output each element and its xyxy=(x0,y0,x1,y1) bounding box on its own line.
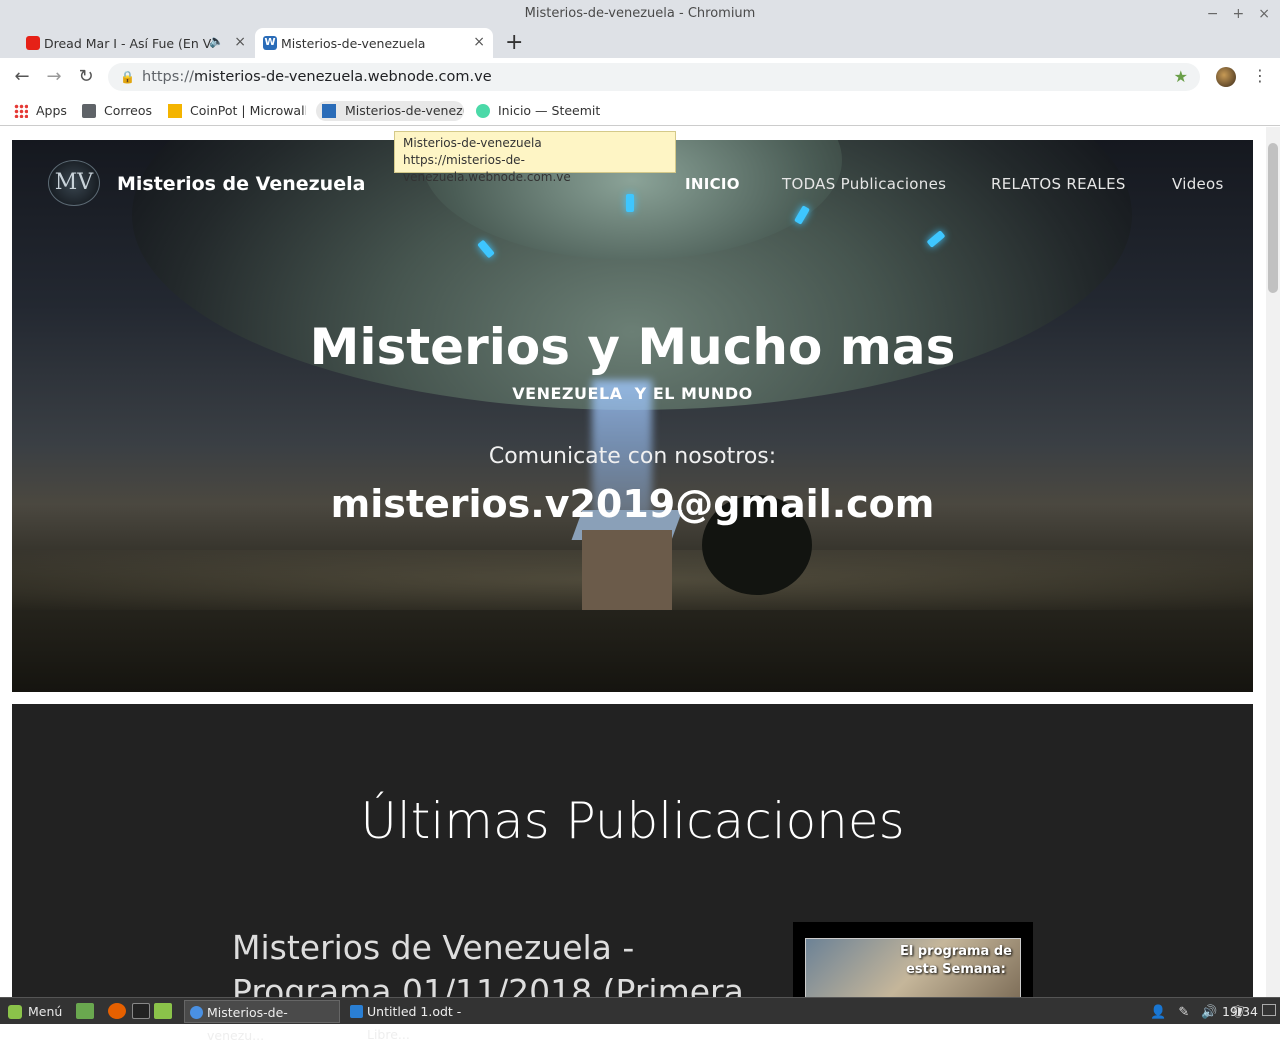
tab-close-icon[interactable]: × xyxy=(234,34,246,50)
back-button[interactable]: ← xyxy=(11,66,33,88)
posts-heading: Últimas Publicaciones xyxy=(360,792,905,850)
steemit-icon xyxy=(476,104,490,118)
tab-label: Dread Mar I - Así Fue (En Vi xyxy=(44,35,215,51)
nav-inicio[interactable]: INICIO xyxy=(685,175,740,193)
youtube-icon xyxy=(26,36,40,50)
nav-videos[interactable]: Videos xyxy=(1172,175,1224,193)
url-scheme: https:// xyxy=(142,69,194,85)
taskbar: Menú Misterios-de-venezu... Untitled 1.o… xyxy=(0,997,1280,1043)
files-icon[interactable] xyxy=(154,1003,172,1019)
bookmark-tooltip: Misterios-de-venezuela https://misterios… xyxy=(394,131,676,184)
hero-title: Misterios y Mucho mas xyxy=(309,318,956,376)
chromium-icon xyxy=(190,1006,203,1019)
new-tab-button[interactable]: + xyxy=(505,30,523,55)
window-title: Misterios-de-venezuela - Chromium xyxy=(524,6,756,21)
mint-logo-icon xyxy=(8,1005,22,1019)
task-label: Untitled 1.odt - Libre... xyxy=(367,1004,462,1042)
bookmark-label: Apps xyxy=(36,103,67,118)
minimize-button[interactable]: − xyxy=(1207,0,1219,28)
bookmark-coinpot[interactable]: CoinPot | Microwall xyxy=(168,101,306,121)
scrollbar-thumb[interactable] xyxy=(1268,143,1278,293)
task-label: Misterios-de-venezu... xyxy=(207,1005,288,1043)
site-logo[interactable]: MV xyxy=(48,160,100,206)
post-thumbnail[interactable]: El programa de esta Semana: xyxy=(793,922,1033,997)
hero-subtitle: VENEZUELA Y EL MUNDO xyxy=(512,384,753,403)
window-titlebar: Misterios-de-venezuela - Chromium − + × xyxy=(0,0,1280,28)
bookmark-misterios[interactable]: Misterios-de-venezu xyxy=(316,101,464,121)
bookmark-label: Inicio — Steemit xyxy=(498,103,601,118)
bookmark-correos[interactable]: Correos xyxy=(82,101,152,121)
writer-document-icon xyxy=(350,1005,363,1018)
post-thumbnail-image: El programa de esta Semana: xyxy=(805,938,1021,997)
url-host: misterios-de-venezuela.webnode.com.ve xyxy=(193,69,492,85)
nav-todas-publicaciones[interactable]: TODAS Publicaciones xyxy=(782,175,946,193)
bookmark-apps[interactable]: Apps xyxy=(14,101,67,121)
menu-kebab-icon[interactable]: ⋮ xyxy=(1252,66,1268,85)
post-thumbnail-caption: El programa de esta Semana: xyxy=(900,944,1012,977)
profile-avatar[interactable] xyxy=(1216,67,1236,87)
latest-posts-section: Últimas Publicaciones Misterios de Venez… xyxy=(12,704,1253,997)
tab-label: Misterios-de-venezuela xyxy=(281,35,426,51)
coinpot-icon xyxy=(168,104,182,118)
browser-toolbar: ← → ↻ 🔒 https://misterios-de-venezuela.w… xyxy=(0,58,1280,96)
bookmark-label: CoinPot | Microwall xyxy=(190,103,306,118)
tab-misterios[interactable]: W Misterios-de-venezuela × xyxy=(255,28,493,58)
lock-icon[interactable]: 🔒 xyxy=(120,63,135,91)
nav-relatos-reales[interactable]: RELATOS REALES xyxy=(991,175,1126,193)
bookmark-steemit[interactable]: Inicio — Steemit xyxy=(476,101,600,121)
task-chromium[interactable]: Misterios-de-venezu... xyxy=(184,1000,340,1043)
tooltip-url: https://misterios-de-venezuela.webnode.c… xyxy=(403,153,571,184)
forward-button[interactable]: → xyxy=(43,66,65,88)
web-page: MV Misterios de Venezuela INICIO TODAS P… xyxy=(0,127,1266,997)
firefox-icon[interactable] xyxy=(108,1003,126,1019)
address-bar[interactable]: 🔒 https://misterios-de-venezuela.webnode… xyxy=(108,63,1200,91)
webnode-icon xyxy=(322,104,336,118)
task-libreoffice[interactable]: Untitled 1.odt - Libre... xyxy=(345,1000,501,1042)
close-window-button[interactable]: × xyxy=(1258,0,1270,28)
apps-grid-icon xyxy=(14,104,28,118)
post-title-link[interactable]: Misterios de Venezuela - Programa 01/11/… xyxy=(232,926,752,997)
audio-playing-icon[interactable]: 🔈 xyxy=(209,34,224,48)
folder-icon xyxy=(82,104,96,118)
bookmarks-bar: Apps Correos CoinPot | Microwall Misteri… xyxy=(0,96,1280,126)
tooltip-title: Misterios-de-venezuela xyxy=(403,136,542,150)
webnode-icon: W xyxy=(263,36,277,50)
hero-section: MV Misterios de Venezuela INICIO TODAS P… xyxy=(12,140,1253,692)
volume-icon[interactable]: 🔊 xyxy=(1201,1005,1217,1020)
page-scrollbar[interactable] xyxy=(1266,127,1280,997)
network-icon[interactable]: ✎ xyxy=(1178,1005,1189,1020)
ufo-light xyxy=(626,194,634,212)
maximize-button[interactable]: + xyxy=(1233,0,1245,28)
reload-button[interactable]: ↻ xyxy=(75,66,97,88)
contact-label: Comunicate con nosotros: xyxy=(488,444,777,469)
show-desktop-icon[interactable] xyxy=(76,1003,94,1019)
terminal-icon[interactable] xyxy=(132,1003,150,1019)
user-icon[interactable]: 👤 xyxy=(1150,1005,1166,1020)
tab-strip: Dread Mar I - Así Fue (En Vi 🔈 × W Miste… xyxy=(0,26,1280,58)
site-name[interactable]: Misterios de Venezuela xyxy=(117,173,365,195)
contact-email[interactable]: misterios.v2019@gmail.com xyxy=(12,482,1253,526)
bookmark-star-icon[interactable]: ★ xyxy=(1174,63,1188,91)
clock[interactable]: 19:34 xyxy=(1222,1002,1258,1022)
farmhouse xyxy=(582,530,672,610)
menu-label: Menú xyxy=(28,1004,63,1019)
tab-close-icon[interactable]: × xyxy=(473,34,485,50)
bookmark-label: Correos xyxy=(104,103,153,118)
tab-youtube[interactable]: Dread Mar I - Así Fue (En Vi 🔈 × xyxy=(18,28,254,58)
start-menu-button[interactable]: Menú xyxy=(8,1002,62,1022)
show-desktop-button[interactable] xyxy=(1262,1004,1276,1016)
window-controls: − + × xyxy=(1207,0,1270,28)
bookmark-label: Misterios-de-venezu xyxy=(345,103,464,118)
